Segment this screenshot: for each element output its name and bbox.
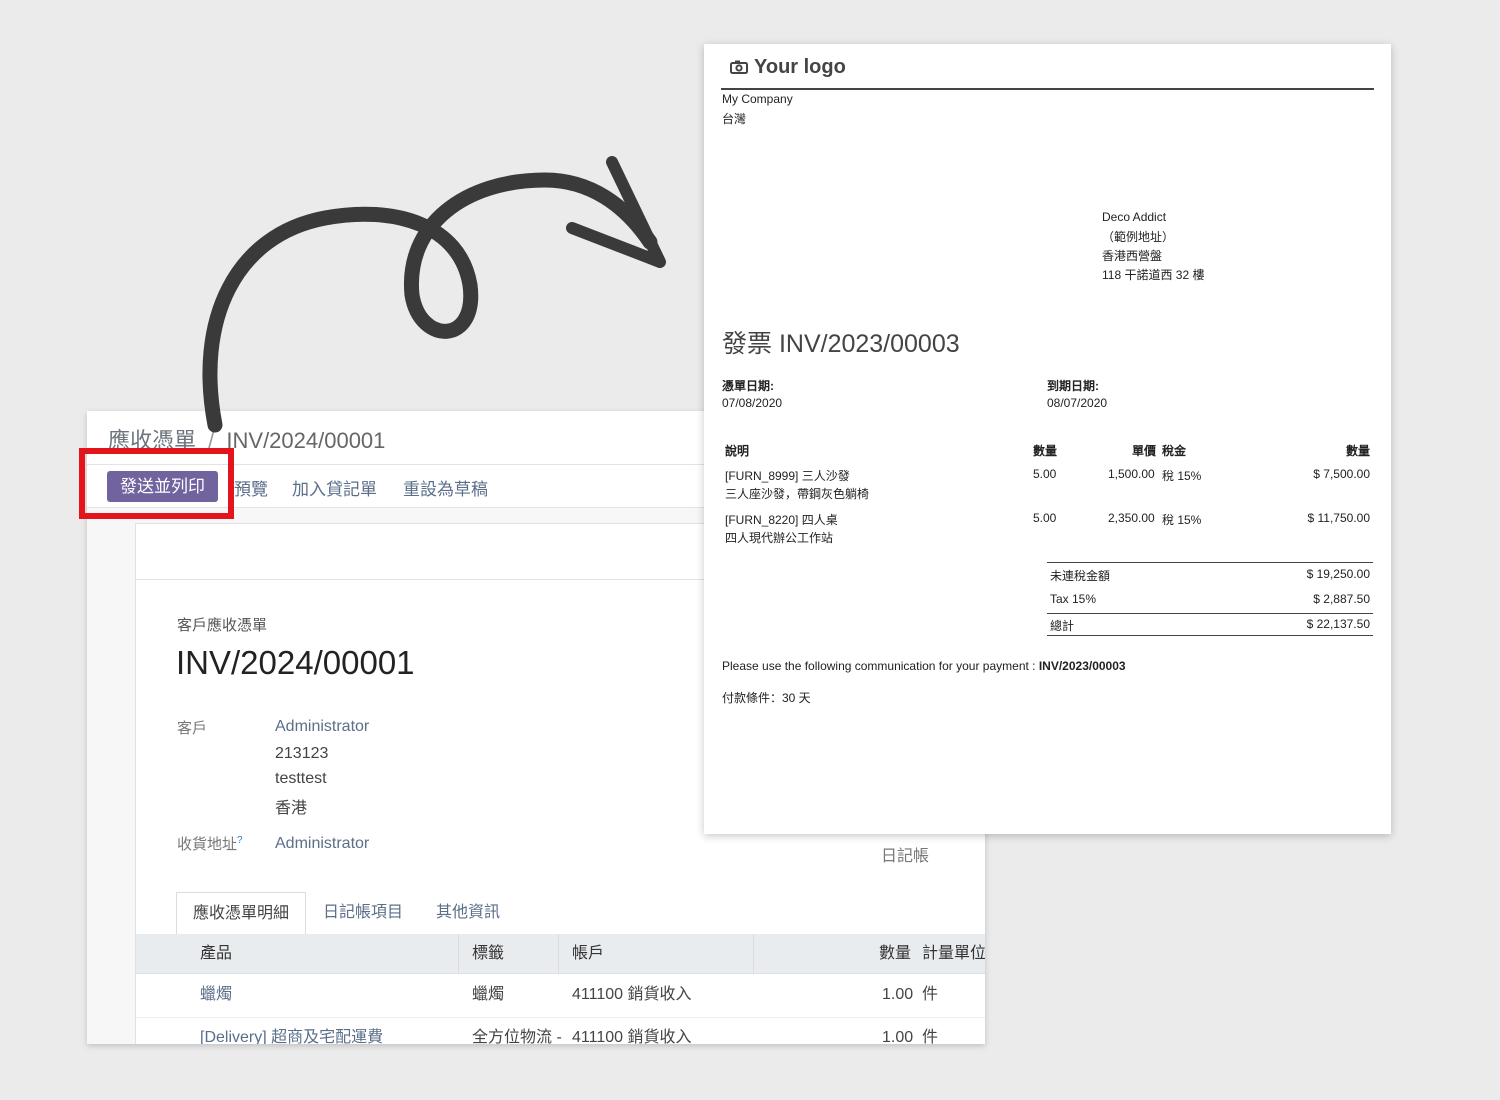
line-description: [FURN_8999] 三人沙發 <box>725 469 850 483</box>
lines-table-header: 產品 標籤 帳戶 數量 計量單位 <box>136 934 985 974</box>
invoice-title: 發票 INV/2023/00003 <box>722 330 960 358</box>
column-divider <box>458 934 459 974</box>
preview-button[interactable]: 預覽 <box>234 475 268 500</box>
total-label: 總計 <box>1050 619 1075 633</box>
column-account[interactable]: 帳戶 <box>572 934 604 974</box>
row-quantity: 1.00 <box>882 1029 914 1044</box>
column-quantity[interactable]: 數量 <box>879 934 911 974</box>
row-label: 全方位物流 - <box>472 1029 562 1044</box>
arrow-head <box>566 156 666 268</box>
tax-label: Tax 15% <box>1050 592 1097 606</box>
customer-address-line-2: testtest <box>275 770 327 787</box>
line-description: [FURN_8220] 四人桌 <box>725 513 838 527</box>
company-name: My Company <box>722 92 793 106</box>
tab-journal-items[interactable]: 日記帳項目 <box>323 892 403 934</box>
line-description-detail: 四人現代辦公工作站 <box>725 531 834 545</box>
row-product[interactable]: 蠟燭 <box>200 975 232 1015</box>
tab-invoice-lines[interactable]: 應收憑單明細 <box>176 892 307 934</box>
header-rule <box>721 88 1374 90</box>
total-rule <box>1047 613 1373 614</box>
column-uom[interactable]: 計量單位 <box>922 934 985 974</box>
arrow-shaft <box>202 172 658 433</box>
invoice-preview-paper: Your logo My Company 台灣 Deco Addict （範例地… <box>704 44 1391 834</box>
line-quantity: 5.00 <box>1033 467 1057 481</box>
col-description: 說明 <box>725 444 750 458</box>
column-label[interactable]: 標籤 <box>472 934 504 974</box>
col-tax: 稅金 <box>1162 444 1187 458</box>
total-bottom-rule <box>1047 635 1373 636</box>
line-amount: $ 11,750.00 <box>1307 511 1370 525</box>
partner-address-line-1: （範例地址） <box>1102 230 1175 244</box>
payment-terms: 付款條件：30 天 <box>722 691 811 705</box>
line-tax: 稅 15% <box>1162 513 1202 527</box>
line-amount: $ 7,500.00 <box>1313 467 1370 481</box>
highlight-box <box>79 448 234 519</box>
line-quantity: 5.00 <box>1033 511 1057 525</box>
due-date: 08/07/2020 <box>1047 396 1108 410</box>
col-quantity: 數量 <box>1033 444 1058 458</box>
col-unit-price: 單價 <box>1132 444 1157 458</box>
line-tax: 稅 15% <box>1162 469 1202 483</box>
customer-address-line-3: 香港 <box>275 800 308 817</box>
company-country: 台灣 <box>722 112 747 126</box>
row-uom: 件 <box>922 986 939 1003</box>
table-row[interactable]: [Delivery] 超商及宅配運費 全方位物流 - 411100 銷貨收入 1… <box>136 1018 985 1044</box>
row-label: 蠟燭 <box>472 986 505 1003</box>
invoice-date-label: 憑單日期: <box>722 379 774 393</box>
journal-label: 日記帳 <box>881 848 930 865</box>
totals-rule <box>1047 562 1373 563</box>
row-account: 411100 銷貨收入 <box>572 986 692 1003</box>
partner-address-line-2: 香港西營盤 <box>1102 249 1163 263</box>
row-uom: 件 <box>922 1029 939 1044</box>
document-type: 客戶應收憑單 <box>177 617 268 634</box>
column-divider <box>753 934 754 974</box>
due-date-label: 到期日期: <box>1047 379 1099 393</box>
add-credit-note-button[interactable]: 加入貸記單 <box>292 475 377 500</box>
line-unit-price: 1,500.00 <box>1108 467 1155 481</box>
column-divider <box>558 934 559 974</box>
invoice-date: 07/08/2020 <box>722 396 783 410</box>
row-account: 411100 銷貨收入 <box>572 1029 692 1044</box>
logo-text: Your logo <box>754 56 846 78</box>
line-description-detail: 三人座沙發，帶鋼灰色躺椅 <box>725 487 870 501</box>
delivery-address-label: 收貨地址? <box>177 833 243 854</box>
company-logo: Your logo <box>730 56 846 79</box>
camera-icon <box>730 60 748 74</box>
payment-communication: Please use the following communication f… <box>722 659 1126 673</box>
total-amount: $ 22,137.50 <box>1306 617 1370 631</box>
row-quantity: 1.00 <box>882 986 914 1003</box>
help-icon[interactable]: ? <box>237 835 243 846</box>
untaxed-amount: $ 19,250.00 <box>1306 567 1370 581</box>
line-unit-price: 2,350.00 <box>1108 511 1155 525</box>
partner-address-line-3: 118 干諾道西 32 樓 <box>1102 268 1205 282</box>
column-product[interactable]: 產品 <box>200 934 232 974</box>
customer-address-line-1: 213123 <box>275 745 329 762</box>
partner-name: Deco Addict <box>1102 210 1167 224</box>
table-row[interactable]: 蠟燭 蠟燭 411100 銷貨收入 1.00 件 <box>136 975 985 1018</box>
col-amount: 數量 <box>1345 444 1370 458</box>
row-product[interactable]: [Delivery] 超商及宅配運費 <box>200 1018 383 1044</box>
untaxed-label: 未連稅金額 <box>1050 569 1111 583</box>
document-number: INV/2024/00001 <box>176 644 415 681</box>
delivery-address-label-text: 收貨地址 <box>177 836 238 853</box>
customer-name-field[interactable]: Administrator <box>275 718 369 736</box>
payment-communication-text: Please use the following communication f… <box>722 659 1039 673</box>
delivery-address-field[interactable]: Administrator <box>275 835 369 853</box>
payment-reference: INV/2023/00003 <box>1038 659 1126 673</box>
breadcrumb-current: INV/2024/00001 <box>226 428 386 453</box>
reset-to-draft-button[interactable]: 重設為草稿 <box>403 475 488 500</box>
customer-label: 客戶 <box>177 720 208 737</box>
tab-other-info[interactable]: 其他資訊 <box>436 892 500 934</box>
tax-amount: $ 2,887.50 <box>1313 592 1370 606</box>
